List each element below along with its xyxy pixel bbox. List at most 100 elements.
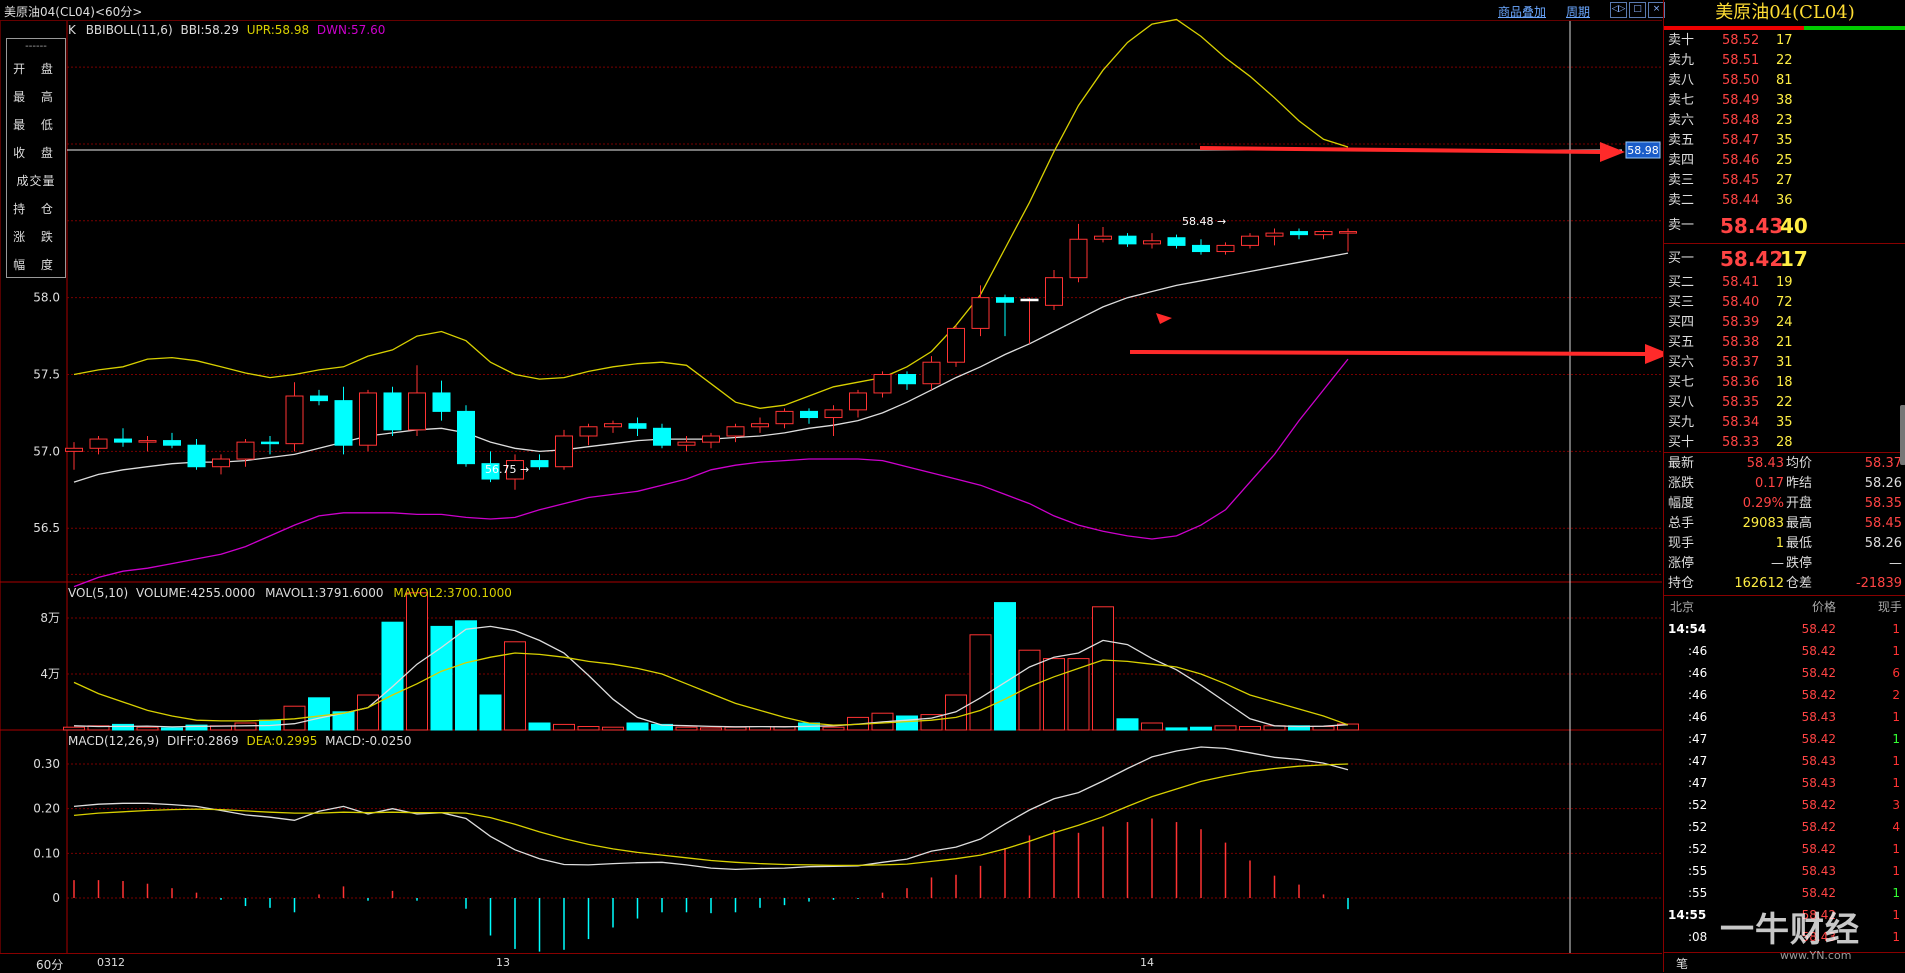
candle-body [432,392,451,412]
ask-level-1[interactable]: 卖一 58.43 40 [1664,212,1905,240]
tick-time: :46 [1688,710,1708,724]
candle-body [898,374,916,385]
tick-row: :46 58.42 2 [1664,684,1905,706]
tick-row: 14:54 58.42 1 [1664,618,1905,640]
tick-price: 58.42 [1801,666,1836,680]
ask-level-5[interactable]: 卖五 58.47 35 [1664,131,1905,151]
period-label[interactable]: 60分 [36,956,63,973]
ob-price: 58.36 [1722,375,1760,390]
tick-time: :55 [1688,886,1708,900]
candle-body [1290,231,1308,236]
bid-ask-ratio-bar [1664,26,1905,30]
bid-level-9[interactable]: 买九 58.34 35 [1664,413,1905,433]
tick-time: :47 [1688,776,1708,790]
macd-tick-label: 0 [52,891,60,905]
volume-value: VOLUME:4255.0000 [136,586,256,600]
tick-tab[interactable]: 笔 [1676,955,1688,972]
dea-value: DEA:0.2995 [246,734,318,748]
ob-price: 58.39 [1722,315,1760,330]
stat-value: 58.35 [1864,496,1902,511]
ob-level-label: 卖二 [1668,193,1695,208]
ask-level-4[interactable]: 卖四 58.46 25 [1664,151,1905,171]
ask-level-6[interactable]: 卖六 58.48 23 [1664,111,1905,131]
dea-line [73,763,1349,867]
volume-bar [161,727,183,731]
upr-value: UPR:58.98 [246,23,310,37]
watermark-logo: 一牛财经 www.YN.com [1720,902,1905,972]
candle-body [677,441,696,446]
candle-body [971,297,990,329]
tick-time: :47 [1688,754,1708,768]
scrollbar[interactable] [1900,405,1905,465]
candle-body [65,447,83,452]
tick-time: :46 [1688,688,1708,702]
stat-row: 涨停 — 跌停 — [1664,554,1905,574]
volume-bar [1214,725,1237,731]
stat-value: 58.43 [1746,456,1784,471]
tick-header-qty: 现手 [1877,600,1902,614]
stat-value: 162612 [1734,576,1784,591]
candle-body [726,426,745,437]
bid-level-2[interactable]: 买二 58.41 19 [1664,273,1905,293]
ob-level-label: 卖九 [1668,53,1695,68]
volume-bar [357,694,379,731]
candle-body [1020,298,1039,302]
bid-level-7[interactable]: 买七 58.36 18 [1664,373,1905,393]
bid-level-5[interactable]: 买五 58.38 21 [1664,333,1905,353]
candle-body [163,440,181,446]
mavol1-value: MAVOL1:3791.6000 [265,586,384,600]
candle-body [1314,231,1333,236]
ask-level-2[interactable]: 卖二 58.44 36 [1664,191,1905,211]
tick-price: 58.42 [1801,886,1836,900]
tick-qty: 1 [1892,886,1900,900]
ob-level-label: 买三 [1668,295,1695,310]
bid-level-1[interactable]: 买一 58.42 17 [1664,245,1905,273]
info-low: 最 低 [13,118,59,132]
bid-level-6[interactable]: 买六 58.37 31 [1664,353,1905,373]
volume-bar [504,641,526,731]
ob-level-label: 卖五 [1668,133,1695,148]
tick-price: 58.42 [1801,842,1836,856]
volume-bar [1043,658,1065,731]
date-label-0312: 0312 [97,956,125,969]
vol-name: VOL(5,10) [68,586,129,600]
ask-level-9[interactable]: 卖九 58.51 22 [1664,51,1905,71]
bid-level-10[interactable]: 买十 58.33 28 [1664,433,1905,453]
stat-value: — [1889,556,1902,571]
ask-level-3[interactable]: 卖三 58.45 27 [1664,171,1905,191]
macd-tick-label: 0.30 [33,757,60,771]
volume-bar [528,722,551,731]
bid-level-3[interactable]: 买三 58.40 72 [1664,293,1905,313]
stat-label: 仓差 [1786,576,1813,591]
upr-line [73,18,1349,409]
macd-legend: MACD(12,26,9) DIFF:0.2869 DEA:0.2995 MAC… [68,734,412,748]
vol-legend: VOL(5,10) VOLUME:4255.0000 MAVOL1:3791.6… [68,586,512,600]
ask-level-10[interactable]: 卖十 58.52 17 [1664,31,1905,51]
stat-value: 0.17 [1755,476,1784,491]
tick-time: :47 [1688,732,1708,746]
volume-bar [700,727,722,731]
stat-value: 58.45 [1864,516,1902,531]
volume-bar [381,621,404,731]
ask-level-7[interactable]: 卖七 58.49 38 [1664,91,1905,111]
candle-body [1241,235,1259,246]
tick-qty: 1 [1892,622,1900,636]
red-small-arrow [1156,313,1172,324]
info-open: 开 盘 [13,62,59,76]
macd-tick-label: 0.10 [33,846,60,860]
candle-body [138,440,157,443]
ob-level-label: 卖一 [1668,218,1695,233]
ask-level-8[interactable]: 卖八 58.50 81 [1664,71,1905,91]
candle-body [947,327,965,363]
ob-price: 58.52 [1722,33,1760,48]
bid-level-8[interactable]: 买八 58.35 22 [1664,393,1905,413]
bid-level-4[interactable]: 买四 58.39 24 [1664,313,1905,333]
volume-bar [1312,726,1335,731]
volume-bar [577,726,600,731]
chart-area[interactable]: 58.0 57.5 57.0 56.5 8万 4万 0.30 0.20 0.10 0 58.48 →… [0,0,1663,972]
mavol2-value: MAVOL2:3700.1000 [393,586,512,600]
volume-bar [553,723,575,731]
ob-level-label: 买四 [1668,315,1695,330]
ob-volume: 27 [1776,173,1793,188]
tick-price: 58.42 [1801,622,1836,636]
